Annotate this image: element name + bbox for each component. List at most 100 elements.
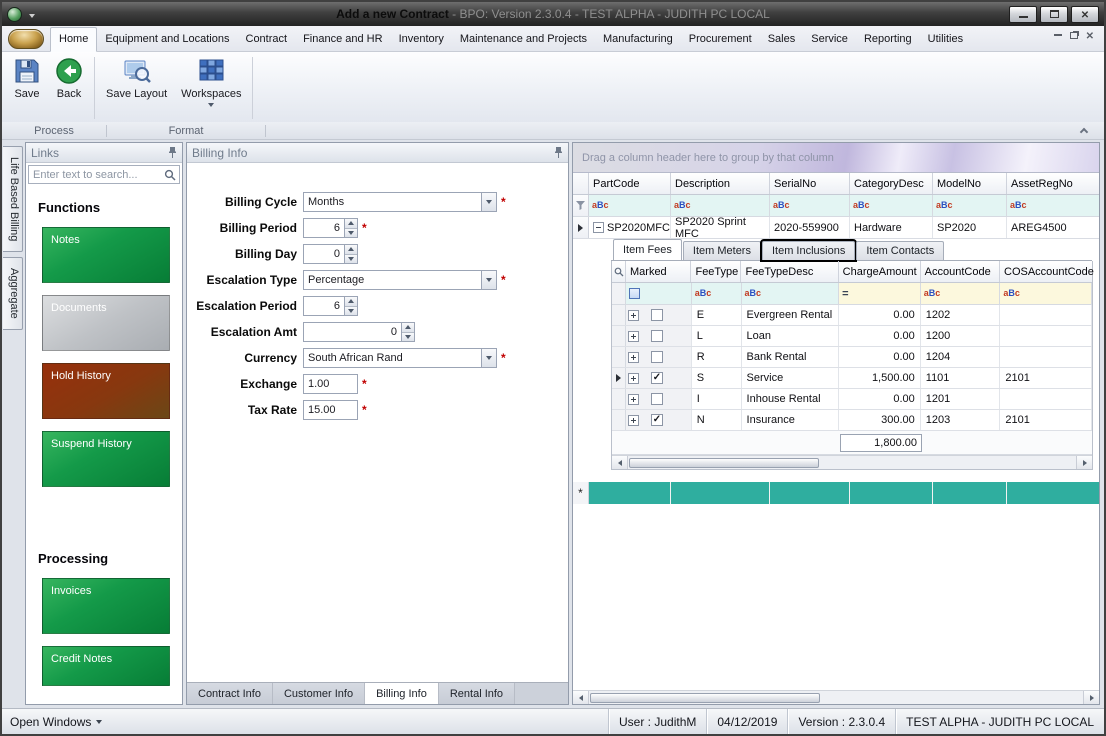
new-row-cell[interactable] (589, 482, 671, 504)
hold-history-button[interactable]: Hold History (42, 363, 170, 419)
billing-cycle-select[interactable]: Months (303, 192, 497, 212)
grid-new-item-row[interactable]: * (573, 482, 1099, 504)
column-header-feetype[interactable]: FeeType (691, 261, 741, 282)
credit-notes-button[interactable]: Credit Notes (42, 646, 170, 686)
cell-accountcode[interactable]: 1200 (921, 326, 1001, 346)
cell-partcode[interactable]: SP2020MFC (589, 217, 671, 238)
ribbon-tab-sales[interactable]: Sales (760, 28, 804, 51)
side-tab-life-based-billing[interactable]: Life Based Billing (3, 146, 23, 252)
ribbon-tab-manufacturing[interactable]: Manufacturing (595, 28, 681, 51)
cell-assetregno[interactable]: AREG4500 (1007, 217, 1099, 238)
filter-cell-description[interactable] (671, 195, 770, 216)
cell-cosaccountcode[interactable] (1000, 326, 1092, 346)
cell-feetype[interactable]: R (692, 347, 742, 367)
cell-accountcode[interactable]: 1203 (921, 410, 1001, 430)
filter-cell-accountcode[interactable] (921, 283, 1001, 304)
fee-row[interactable]: R Bank Rental 0.00 1204 (612, 347, 1092, 368)
maximize-button[interactable] (1040, 6, 1068, 23)
column-header-partcode[interactable]: PartCode (589, 173, 671, 194)
cell-chargeamount[interactable]: 0.00 (839, 347, 921, 367)
cell-serialno[interactable]: 2020-559900 (770, 217, 850, 238)
ribbon-tab-service[interactable]: Service (803, 28, 856, 51)
filter-cell-assetregno[interactable] (1007, 195, 1099, 216)
search-input[interactable] (29, 169, 164, 181)
cell-feetypedesc[interactable]: Bank Rental (742, 347, 840, 367)
marked-checkbox[interactable] (651, 393, 663, 405)
cell-feetypedesc[interactable]: Loan (742, 326, 840, 346)
workspaces-button[interactable]: Workspaces (174, 55, 248, 121)
cell-cosaccountcode[interactable]: 2101 (1000, 368, 1092, 388)
scrollbar-thumb[interactable] (629, 458, 819, 468)
side-tab-aggregate[interactable]: Aggregate (3, 257, 23, 330)
tab-contract-info[interactable]: Contract Info (187, 683, 273, 704)
cell-feetype[interactable]: S (692, 368, 742, 388)
cell-feetype[interactable]: E (692, 305, 742, 325)
filter-cell-modelno[interactable] (933, 195, 1007, 216)
scrollbar-thumb[interactable] (590, 693, 820, 703)
spin-buttons[interactable] (344, 219, 357, 237)
cell-modelno[interactable]: SP2020 (933, 217, 1007, 238)
cell-feetype[interactable]: I (692, 389, 742, 409)
cell-feetype[interactable]: N (692, 410, 742, 430)
spin-buttons[interactable] (344, 245, 357, 263)
cell-chargeamount[interactable]: 0.00 (839, 326, 921, 346)
spin-buttons[interactable] (344, 297, 357, 315)
ribbon-tab-procurement[interactable]: Procurement (681, 28, 760, 51)
ribbon-tab-maintenance-and-projects[interactable]: Maintenance and Projects (452, 28, 595, 51)
cell-feetype[interactable]: L (692, 326, 742, 346)
new-row-cell[interactable] (933, 482, 1007, 504)
currency-select[interactable]: South African Rand (303, 348, 497, 368)
cell-chargeamount[interactable]: 300.00 (839, 410, 921, 430)
filter-cell-feetype[interactable] (692, 283, 742, 304)
ribbon-tab-equipment-and-locations[interactable]: Equipment and Locations (97, 28, 237, 51)
expand-icon[interactable] (628, 352, 639, 363)
expand-icon[interactable] (628, 310, 639, 321)
filter-cell-marked[interactable] (626, 283, 692, 304)
ribbon-tab-inventory[interactable]: Inventory (391, 28, 452, 51)
tab-billing-info[interactable]: Billing Info (365, 683, 439, 704)
expand-icon[interactable] (628, 373, 639, 384)
invoices-button[interactable]: Invoices (42, 578, 170, 634)
pin-icon[interactable] (168, 147, 177, 158)
cell-feetypedesc[interactable]: Insurance (742, 410, 840, 430)
filter-cell-partcode[interactable] (589, 195, 671, 216)
spin-buttons[interactable] (401, 323, 414, 341)
marked-checkbox[interactable] (651, 372, 663, 384)
new-row-cell[interactable] (1007, 482, 1099, 504)
grid-data-row[interactable]: SP2020MFC SP2020 Sprint MFC 2020-559900 … (573, 217, 1099, 239)
dropdown-button[interactable] (481, 271, 496, 289)
cell-feetypedesc[interactable]: Evergreen Rental (742, 305, 840, 325)
filter-cell-serialno[interactable] (770, 195, 850, 216)
fee-row[interactable]: I Inhouse Rental 0.00 1201 (612, 389, 1092, 410)
cell-accountcode[interactable]: 1201 (921, 389, 1001, 409)
marked-checkbox[interactable] (651, 351, 663, 363)
cell-chargeamount[interactable]: 1,500.00 (839, 368, 921, 388)
close-button[interactable] (1071, 6, 1099, 23)
collapse-detail-icon[interactable] (593, 222, 604, 233)
ribbon-restore-icon[interactable] (1070, 32, 1078, 39)
ribbon-tab-reporting[interactable]: Reporting (856, 28, 920, 51)
marked-checkbox[interactable] (651, 330, 663, 342)
column-header-marked[interactable]: Marked (626, 261, 691, 282)
detail-horizontal-scrollbar[interactable] (612, 455, 1092, 469)
scroll-right-button[interactable] (1076, 456, 1092, 469)
fee-row[interactable]: L Loan 0.00 1200 (612, 326, 1092, 347)
scroll-right-button[interactable] (1083, 691, 1099, 704)
column-header-accountcode[interactable]: AccountCode (921, 261, 1000, 282)
column-header-serialno[interactable]: SerialNo (770, 173, 850, 194)
dropdown-button[interactable] (481, 193, 496, 211)
column-header-modelno[interactable]: ModelNo (933, 173, 1007, 194)
cell-cosaccountcode[interactable] (1000, 305, 1092, 325)
cell-feetypedesc[interactable]: Inhouse Rental (742, 389, 840, 409)
expand-icon[interactable] (628, 415, 639, 426)
fee-row[interactable]: N Insurance 300.00 1203 2101 (612, 410, 1092, 431)
dropdown-button[interactable] (481, 349, 496, 367)
ribbon-tab-home[interactable]: Home (50, 27, 97, 52)
back-button[interactable]: Back (48, 55, 90, 121)
ribbon-close-icon[interactable] (1086, 26, 1094, 44)
save-layout-button[interactable]: Save Layout (99, 55, 174, 121)
marked-checkbox[interactable] (651, 309, 663, 321)
billing-period-stepper[interactable]: 6 (303, 218, 358, 238)
ribbon-tab-contract[interactable]: Contract (238, 28, 296, 51)
cell-cosaccountcode[interactable] (1000, 347, 1092, 367)
